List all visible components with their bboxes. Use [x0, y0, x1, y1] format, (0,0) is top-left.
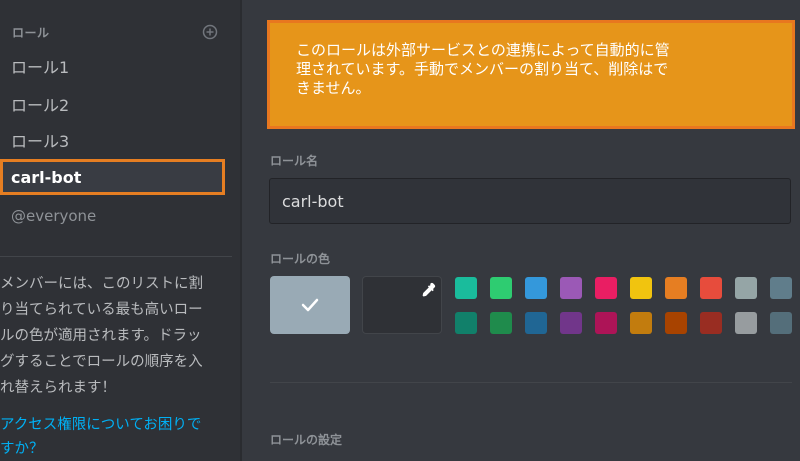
color-swatch[interactable] — [770, 277, 792, 299]
color-swatch[interactable] — [700, 312, 722, 334]
role-color-label: ロールの色 — [270, 252, 331, 266]
color-swatch[interactable] — [700, 277, 722, 299]
eyedropper-icon — [422, 282, 436, 297]
checkmark-icon — [301, 298, 319, 312]
color-swatch[interactable] — [560, 277, 582, 299]
color-swatch[interactable] — [665, 277, 687, 299]
default-color-swatch[interactable] — [270, 276, 350, 334]
role-item-label: ロール3 — [11, 132, 70, 151]
color-swatch[interactable] — [525, 312, 547, 334]
sidebar-divider — [0, 256, 232, 257]
color-swatch[interactable] — [595, 277, 617, 299]
role-name-input[interactable] — [269, 178, 791, 224]
color-swatch[interactable] — [595, 312, 617, 334]
color-swatch[interactable] — [665, 312, 687, 334]
role-item-label: @everyone — [11, 207, 97, 225]
section-divider — [270, 382, 792, 383]
roles-header-title: ロール — [12, 25, 50, 40]
color-swatch[interactable] — [490, 277, 512, 299]
role-item-label: ロール1 — [11, 58, 70, 77]
color-swatch[interactable] — [525, 277, 547, 299]
color-swatch[interactable] — [455, 312, 477, 334]
role-order-help-text: メンバーには、このリストに割 り当てられている最も高いロー ルの色が適用されます… — [0, 276, 203, 396]
color-swatch[interactable] — [455, 277, 477, 299]
color-swatch[interactable] — [630, 312, 652, 334]
custom-color-swatch[interactable] — [362, 276, 442, 334]
color-swatch[interactable] — [630, 277, 652, 299]
roles-sidebar: ロール ロール1 ロール2 ロール3 carl-bot @everyone メン… — [0, 0, 240, 461]
color-swatch[interactable] — [735, 277, 757, 299]
roles-header: ロール — [12, 24, 218, 40]
role-item-label: ロール2 — [11, 96, 70, 115]
role-item-everyone[interactable]: @everyone — [0, 198, 222, 234]
role-item-1[interactable]: ロール1 — [0, 48, 222, 84]
role-item-label: carl-bot — [11, 167, 82, 187]
add-role-icon[interactable] — [202, 24, 218, 40]
managed-role-notice: このロールは外部サービスとの連携によって自動的に管 理されています。手動でメンバ… — [267, 20, 795, 129]
role-item-3[interactable]: ロール3 — [0, 122, 222, 158]
role-item-2[interactable]: ロール2 — [0, 86, 222, 122]
color-swatch[interactable] — [735, 312, 757, 334]
color-swatch[interactable] — [770, 312, 792, 334]
role-item-carl-bot[interactable]: carl-bot — [0, 159, 225, 195]
role-settings-label: ロールの設定 — [270, 433, 343, 447]
permissions-help-link[interactable]: アクセス権限についてお困りで すか？ — [0, 413, 238, 461]
role-name-label: ロール名 — [270, 154, 319, 168]
color-swatch[interactable] — [560, 312, 582, 334]
color-swatch[interactable] — [490, 312, 512, 334]
